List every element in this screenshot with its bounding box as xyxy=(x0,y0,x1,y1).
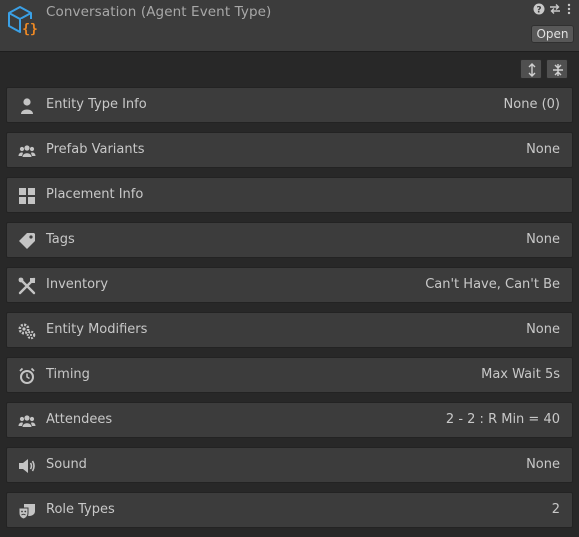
row-value: Can't Have, Can't Be xyxy=(425,277,560,292)
svg-text:?: ? xyxy=(536,6,541,16)
agent-event-type-icon: {} xyxy=(8,6,39,37)
foldout-attendees[interactable]: Attendees 2 - 2 : R Min = 40 xyxy=(6,402,573,438)
row-label: Placement Info xyxy=(46,187,144,202)
svg-text:{}: {} xyxy=(22,22,38,37)
foldout-list: Entity Type Info None (0) Prefab Variant… xyxy=(6,87,573,537)
collapse-all-button[interactable] xyxy=(546,59,568,79)
clock-icon xyxy=(19,367,35,384)
row-value: None xyxy=(526,457,560,472)
preset-settings-icon[interactable] xyxy=(548,3,562,17)
foldout-role-types[interactable]: Role Types 2 xyxy=(6,492,573,528)
group-icon xyxy=(18,415,36,427)
row-label: Attendees xyxy=(46,412,113,427)
group-icon xyxy=(18,145,36,157)
row-value: None xyxy=(526,322,560,337)
row-value: 2 xyxy=(551,502,560,517)
row-value: 2 - 2 : R Min = 40 xyxy=(445,412,560,427)
open-button[interactable]: Open xyxy=(531,25,574,43)
gears-icon xyxy=(18,323,36,340)
row-label: Tags xyxy=(46,232,75,247)
row-value: Max Wait 5s xyxy=(481,367,560,382)
row-label: Prefab Variants xyxy=(46,142,145,157)
speaker-icon xyxy=(19,459,35,473)
row-label: Inventory xyxy=(46,277,109,292)
theater-masks-icon xyxy=(18,504,35,520)
row-label: Sound xyxy=(46,457,87,472)
tools-icon xyxy=(18,277,36,295)
foldout-tags[interactable]: Tags None xyxy=(6,222,573,258)
expand-all-button[interactable] xyxy=(520,59,542,79)
expand-all-icon xyxy=(528,63,536,77)
more-options-icon[interactable] xyxy=(562,3,576,17)
foldout-prefab-variants[interactable]: Prefab Variants None xyxy=(6,132,573,168)
foldout-inventory[interactable]: Inventory Can't Have, Can't Be xyxy=(6,267,573,303)
row-label: Role Types xyxy=(46,502,115,517)
help-icon[interactable]: ? xyxy=(532,3,546,17)
inspector-header: {} Conversation (Agent Event Type) ? Ope… xyxy=(0,0,579,52)
collapse-all-icon xyxy=(553,64,563,76)
foldout-sound[interactable]: Sound None xyxy=(6,447,573,483)
row-label: Entity Modifiers xyxy=(46,322,148,337)
row-value: None (0) xyxy=(503,97,560,112)
row-label: Entity Type Info xyxy=(46,97,147,112)
grid-icon xyxy=(19,188,35,204)
foldout-entity-type-info[interactable]: Entity Type Info None (0) xyxy=(6,87,573,123)
row-label: Timing xyxy=(46,367,90,382)
foldout-placement-info[interactable]: Placement Info xyxy=(6,177,573,213)
row-value: None xyxy=(526,232,560,247)
row-value: None xyxy=(526,142,560,157)
asset-title: Conversation (Agent Event Type) xyxy=(46,4,272,20)
tag-icon xyxy=(19,233,35,249)
foldout-entity-modifiers[interactable]: Entity Modifiers None xyxy=(6,312,573,348)
foldout-timing[interactable]: Timing Max Wait 5s xyxy=(6,357,573,393)
person-icon xyxy=(21,98,33,114)
